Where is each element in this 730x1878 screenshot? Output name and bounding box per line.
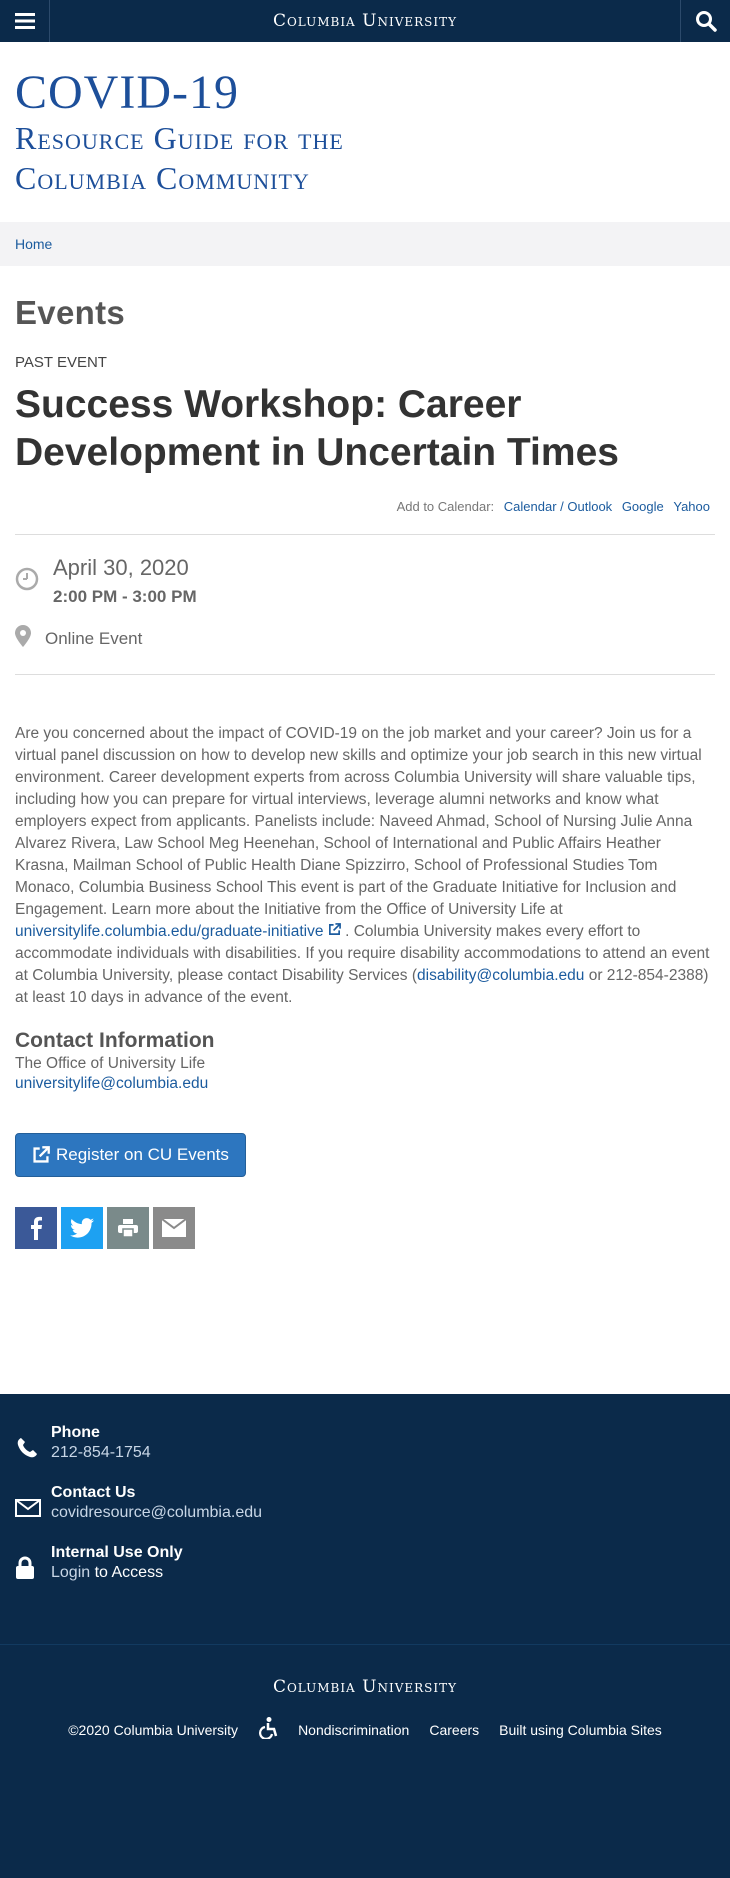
phone-title: Phone [51, 1424, 100, 1441]
contact-information: Contact Information The Office of Univer… [15, 1029, 715, 1093]
divider [15, 534, 715, 535]
breadcrumb-home-link[interactable]: Home [15, 236, 52, 252]
share-buttons [15, 1207, 715, 1249]
graduate-initiative-link-text: universitylife.columbia.edu/graduate-ini… [15, 923, 324, 940]
calendar-google-link[interactable]: Google [622, 499, 664, 514]
event-title: Success Workshop: Career Development in … [15, 383, 619, 474]
lock-icon [15, 1548, 45, 1588]
site-header: COVID-19 Resource Guide for the Columbia… [0, 42, 730, 222]
print-icon [118, 1219, 138, 1237]
add-to-calendar-label: Add to Calendar: [396, 499, 495, 514]
section-title: Events [15, 294, 126, 331]
hamburger-menu-icon[interactable] [0, 0, 50, 42]
careers-link[interactable]: Careers [429, 1722, 479, 1738]
event-status-label: PAST EVENT [15, 354, 107, 371]
columbia-sites-link[interactable]: Built using Columbia Sites [499, 1722, 662, 1738]
event-location: Online Event [15, 625, 715, 652]
site-title[interactable]: COVID-19 [15, 68, 715, 118]
print-share-button[interactable] [107, 1207, 149, 1249]
map-pin-icon [15, 625, 31, 652]
twitter-share-button[interactable] [61, 1207, 103, 1249]
footer-phone: Phone 212-854-1754 [15, 1424, 715, 1468]
divider [15, 674, 715, 675]
event-time: 2:00 PM - 3:00 PM [53, 587, 197, 606]
event-location-text: Online Event [45, 628, 143, 648]
accessibility-icon[interactable] [258, 1717, 278, 1742]
search-icon[interactable] [680, 0, 730, 42]
external-link-icon [328, 923, 341, 935]
footer-contact: Phone 212-854-1754 Contact Us covidresou… [0, 1394, 730, 1644]
footer-links: ©2020 Columbia University Nondiscriminat… [0, 1717, 730, 1742]
register-button-label: Register on CU Events [56, 1145, 229, 1164]
calendar-yahoo-link[interactable]: Yahoo [673, 499, 710, 514]
footer-contact-us: Contact Us covidresource@columbia.edu [15, 1484, 715, 1528]
footer-bottom: Columbia University ©2020 Columbia Unive… [0, 1644, 730, 1878]
top-bar: Columbia University [0, 0, 730, 42]
site-subtitle-line1[interactable]: Resource Guide for the [15, 118, 715, 158]
clock-icon [15, 567, 39, 591]
university-brand[interactable]: Columbia University [273, 11, 457, 31]
login-suffix: to Access [90, 1564, 164, 1581]
facebook-share-button[interactable] [15, 1207, 57, 1249]
contact-office: The Office of University Life [15, 1055, 206, 1072]
site-subtitle-line2[interactable]: Columbia Community [15, 158, 715, 198]
phone-number[interactable]: 212-854-1754 [51, 1444, 151, 1462]
footer-university-brand[interactable]: Columbia University [0, 1677, 730, 1697]
calendar-outlook-link[interactable]: Calendar / Outlook [504, 499, 612, 514]
event-datetime: April 30, 2020 2:00 PM - 3:00 PM [15, 555, 715, 607]
email-share-button[interactable] [153, 1207, 195, 1249]
add-to-calendar: Add to Calendar: Calendar / Outlook Goog… [15, 499, 715, 514]
contact-email-link[interactable]: universitylife@columbia.edu [15, 1075, 208, 1092]
main-content: Events PAST EVENT Success Workshop: Care… [0, 266, 730, 1249]
internal-use-title: Internal Use Only [51, 1544, 183, 1561]
copyright-text: ©2020 Columbia University [68, 1721, 239, 1738]
login-link[interactable]: Login [51, 1564, 90, 1581]
register-button[interactable]: Register on CU Events [15, 1133, 246, 1177]
event-description: Are you concerned about the impact of CO… [15, 723, 715, 1009]
breadcrumb: Home [0, 222, 730, 266]
description-text: Are you concerned about the impact of CO… [15, 725, 702, 918]
facebook-icon [31, 1216, 42, 1240]
email-icon [162, 1219, 186, 1237]
contact-us-email-link[interactable]: covidresource@columbia.edu [51, 1504, 262, 1521]
disability-email-link[interactable]: disability@columbia.edu [417, 967, 584, 984]
external-link-icon [33, 1146, 50, 1163]
event-date: April 30, 2020 [53, 555, 189, 580]
contact-us-title: Contact Us [51, 1484, 136, 1501]
twitter-icon [70, 1218, 94, 1238]
nondiscrimination-link[interactable]: Nondiscrimination [298, 1722, 409, 1738]
graduate-initiative-link[interactable]: universitylife.columbia.edu/graduate-ini… [15, 923, 341, 940]
footer-internal: Internal Use Only Login to Access [15, 1544, 715, 1588]
envelope-icon [15, 1488, 45, 1528]
phone-icon [15, 1428, 45, 1468]
contact-heading: Contact Information [15, 1029, 215, 1052]
